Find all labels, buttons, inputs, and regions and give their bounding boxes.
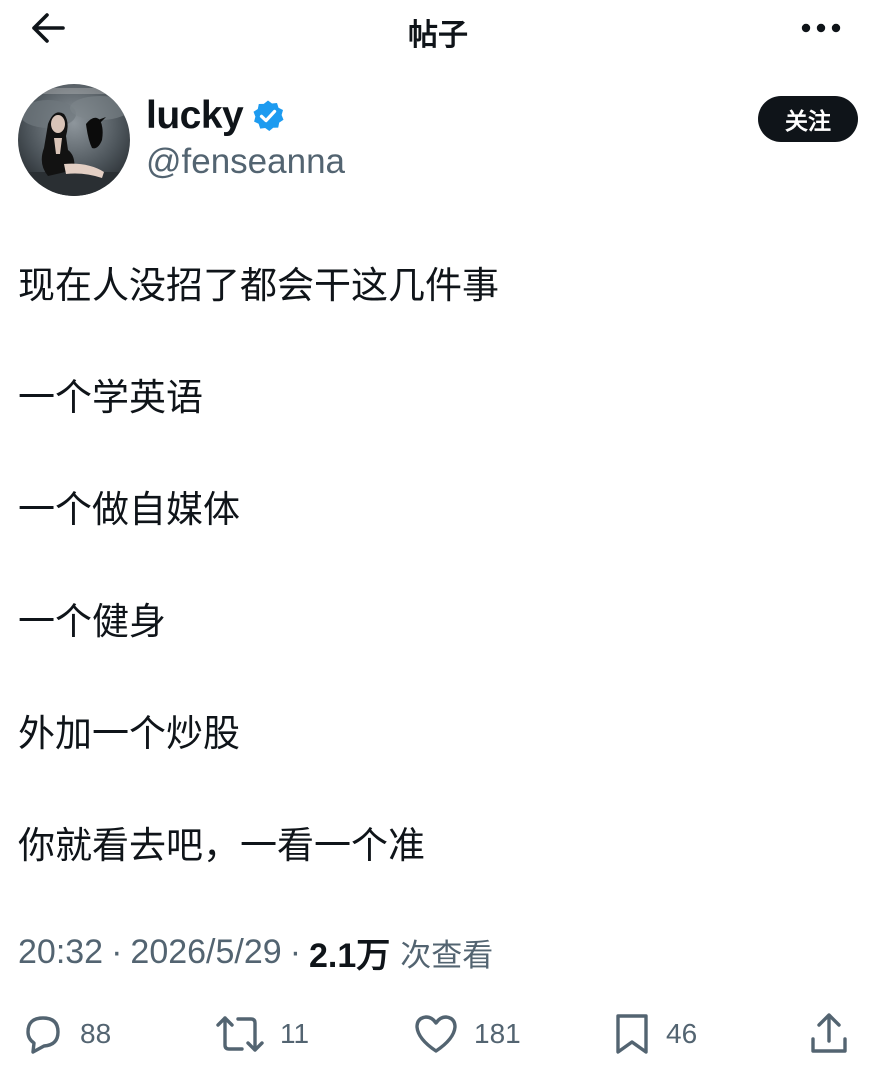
repost-count: 11 (280, 1018, 310, 1049)
author-row: lucky @fenseanna 关注 (18, 84, 858, 198)
display-name[interactable]: lucky (146, 94, 244, 138)
user-handle[interactable]: @fenseanna (146, 142, 345, 182)
reply-button[interactable]: 88 (20, 1010, 111, 1058)
post-meta: 20:32 · 2026/5/29 · 2.1万 次查看 (18, 928, 493, 977)
reply-icon (26, 1016, 60, 1054)
bookmark-button[interactable]: 46 (612, 1010, 697, 1058)
post-line: 一个学英语 (18, 376, 203, 419)
like-button[interactable]: 181 (412, 1010, 521, 1058)
page-title: 帖子 (408, 18, 468, 53)
heart-icon (415, 1015, 457, 1053)
views-label: 次查看 (400, 938, 494, 974)
post-date[interactable]: 2026/5/29 (130, 933, 281, 972)
reply-count: 88 (80, 1018, 112, 1049)
repost-button[interactable]: 11 (214, 1010, 309, 1058)
post-time[interactable]: 20:32 (18, 933, 103, 972)
meta-separator: · (111, 933, 123, 971)
post-line: 一个健身 (18, 600, 166, 643)
post-line: 你就看去吧，一看一个准 (18, 824, 425, 867)
views-count: 2.1万 (309, 937, 391, 975)
avatar[interactable] (18, 84, 130, 196)
share-button[interactable] (808, 1010, 850, 1058)
display-name-row: lucky (146, 94, 285, 138)
verified-badge-icon (251, 99, 285, 133)
more-button[interactable] (796, 10, 846, 46)
repost-icon (216, 1016, 264, 1052)
share-icon (811, 1013, 847, 1053)
follow-button[interactable]: 关注 (758, 96, 858, 142)
post-line: 外加一个炒股 (18, 712, 240, 755)
action-bar: 88 11 181 46 (0, 1002, 876, 1066)
post-line: 现在人没招了都会干这几件事 (18, 264, 499, 307)
more-horizontal-icon (801, 23, 841, 33)
bookmark-icon (616, 1014, 648, 1054)
avatar-image (18, 84, 130, 196)
post-line: 一个做自媒体 (18, 488, 240, 531)
top-bar: 帖子 (0, 0, 876, 56)
bookmark-count: 46 (666, 1018, 698, 1049)
like-count: 181 (474, 1018, 521, 1049)
meta-separator: · (289, 933, 302, 971)
